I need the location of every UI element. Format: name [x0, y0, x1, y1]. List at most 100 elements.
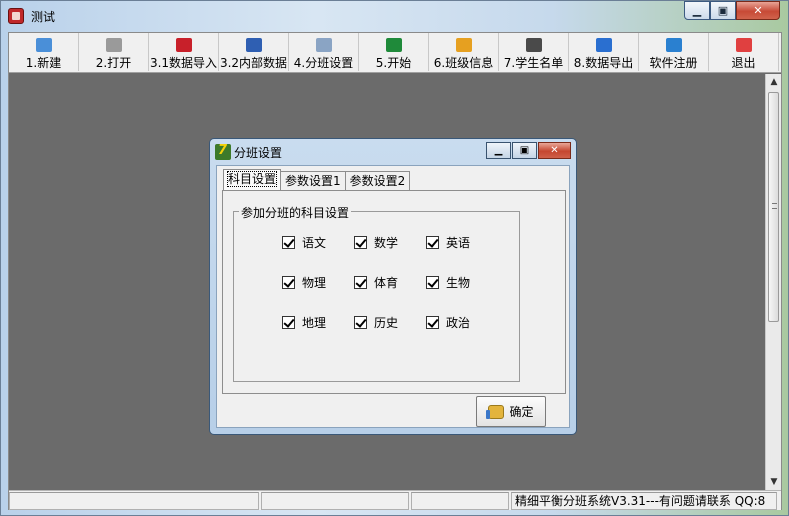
maximize-icon: ▣	[717, 4, 729, 17]
checkbox-icon	[354, 316, 367, 329]
subject-checkbox-4[interactable]: 物理	[282, 274, 326, 291]
ok-button[interactable]: 确定	[476, 396, 546, 427]
tab-label: 参数设置2	[349, 174, 406, 188]
checkbox-icon	[354, 236, 367, 249]
data-import-icon	[175, 38, 192, 52]
close-icon: ✕	[550, 145, 559, 156]
toolbar-button-6[interactable]: 5.开始	[359, 33, 429, 71]
toolbar-button-7[interactable]: 6.班级信息	[429, 33, 499, 71]
dialog-maximize-button[interactable]: ▣	[512, 142, 537, 159]
gear-icon	[315, 38, 332, 52]
register-icon	[665, 38, 682, 52]
window-title: 测试	[31, 10, 56, 24]
subject-checkbox-3[interactable]: 英语	[426, 234, 470, 251]
scroll-down-arrow-icon[interactable]: ▼	[766, 474, 782, 490]
close-icon: ✕	[753, 4, 763, 17]
new-document-icon	[35, 38, 52, 52]
open-icon	[105, 38, 122, 52]
toolbar-button-8[interactable]: 7.学生名单	[499, 33, 569, 71]
checkbox-icon	[426, 276, 439, 289]
toolbar-button-11[interactable]: 退出	[709, 33, 779, 71]
status-panel-2	[261, 492, 409, 510]
dialog-controls: ▁ ▣ ✕	[485, 142, 571, 159]
maximize-button[interactable]: ▣	[710, 1, 736, 20]
minimize-button[interactable]: ▁	[684, 1, 710, 20]
subject-label: 政治	[446, 316, 471, 330]
group-title: 参加分班的科目设置	[239, 204, 352, 221]
tab-label: 科目设置	[226, 171, 278, 187]
subjects-group: 参加分班的科目设置 语文 数学 英语物理 体育 生物地理 历史 政治	[233, 204, 520, 382]
tab-label: 参数设置1	[285, 174, 341, 188]
toolbar-button-label: 5.开始	[375, 56, 412, 70]
tab-1[interactable]: 科目设置	[223, 169, 282, 190]
status-panel-3	[411, 492, 509, 510]
checkbox-icon	[426, 316, 439, 329]
scroll-thumb[interactable]	[768, 92, 779, 322]
checkbox-icon	[426, 236, 439, 249]
toolbar-button-9[interactable]: 8.数据导出	[569, 33, 639, 71]
toolbar-button-4[interactable]: 3.2内部数据	[219, 33, 289, 71]
toolbar-button-label: 3.2内部数据	[219, 56, 288, 70]
subject-checkbox-5[interactable]: 体育	[354, 274, 398, 291]
toolbar-button-10[interactable]: 软件注册	[639, 33, 709, 71]
subject-label: 英语	[446, 236, 471, 250]
minimize-icon: ▁	[494, 145, 503, 156]
subject-checkbox-2[interactable]: 数学	[354, 234, 398, 251]
subject-checkbox-1[interactable]: 语文	[282, 234, 326, 251]
tab-page-subjects: 参加分班的科目设置 语文 数学 英语物理 体育 生物地理 历史 政治	[222, 190, 566, 394]
dialog-icon	[215, 143, 231, 160]
subject-label: 历史	[374, 316, 399, 330]
toolbar-button-label: 3.1数据导入	[149, 56, 218, 70]
subject-checkbox-9[interactable]: 政治	[426, 314, 470, 331]
toolbar-button-label: 6.班级信息	[433, 56, 494, 70]
internal-data-icon	[245, 38, 262, 52]
dialog-body: 科目设置 参数设置1 参数设置2 参加分班的科目设置 语文 数学 英语物理 体育 生物地理 历…	[216, 165, 570, 428]
status-panel-info: 精细平衡分班系统V3.31---有问题请联系 QQ:8	[511, 492, 777, 510]
minimize-icon: ▁	[692, 4, 702, 17]
grip-icon	[772, 203, 777, 209]
status-panel-1	[9, 492, 259, 510]
subject-label: 体育	[374, 276, 399, 290]
toolbar-button-3[interactable]: 3.1数据导入	[149, 33, 219, 71]
toolbar-button-1[interactable]: 1.新建	[9, 33, 79, 71]
toolbar-button-label: 2.打开	[95, 56, 132, 70]
status-bar: 精细平衡分班系统V3.31---有问题请联系 QQ:8	[9, 490, 781, 510]
toolbar-button-5[interactable]: 4.分班设置	[289, 33, 359, 71]
toolbar-button-label: 7.学生名单	[503, 56, 564, 70]
toolbar-button-label: 1.新建	[25, 56, 62, 70]
subject-label: 物理	[302, 276, 327, 290]
subject-checkbox-6[interactable]: 生物	[426, 274, 470, 291]
subject-checkbox-7[interactable]: 地理	[282, 314, 326, 331]
title-bar[interactable]: 测试 ▁ ▣ ✕	[1, 1, 788, 31]
tab-strip: 科目设置 参数设置1 参数设置2	[223, 169, 411, 190]
student-list-icon	[525, 38, 542, 52]
dialog-minimize-button[interactable]: ▁	[486, 142, 511, 159]
window-controls: ▁ ▣ ✕	[684, 1, 780, 20]
toolbar-button-2[interactable]: 2.打开	[79, 33, 149, 71]
checkbox-icon	[282, 236, 295, 249]
ok-button-label: 确定	[509, 405, 534, 419]
scroll-up-arrow-icon[interactable]: ▲	[766, 74, 782, 90]
subject-label: 地理	[302, 316, 327, 330]
toolbar-button-label: 软件注册	[649, 56, 698, 70]
subject-label: 语文	[302, 236, 327, 250]
dialog-close-button[interactable]: ✕	[538, 142, 571, 159]
checkbox-icon	[282, 316, 295, 329]
subject-checkbox-8[interactable]: 历史	[354, 314, 398, 331]
close-button[interactable]: ✕	[736, 1, 780, 20]
toolbar-button-label: 8.数据导出	[573, 56, 634, 70]
data-export-icon	[595, 38, 612, 52]
app-icon[interactable]	[8, 8, 24, 24]
class-settings-dialog: 分班设置 ▁ ▣ ✕ 科目设置参数设置1 参数设置2 参加分班的科目设置 语文 数学…	[209, 138, 577, 435]
tab-2[interactable]: 参数设置1	[280, 171, 346, 190]
toolbar-button-label: 退出	[731, 56, 756, 70]
vertical-scrollbar[interactable]: ▲ ▼	[765, 74, 781, 490]
subject-label: 生物	[446, 276, 471, 290]
start-icon	[385, 38, 402, 52]
dialog-title: 分班设置	[234, 146, 283, 160]
checkbox-icon	[354, 276, 367, 289]
tab-3[interactable]: 参数设置2	[344, 171, 411, 190]
thumbs-up-icon	[486, 404, 505, 419]
exit-icon	[735, 38, 752, 52]
toolbar: 1.新建 2.打开 3.1数据导入 3.2内部数据 4.分班设置 5.开始 6.班级信息 7.…	[9, 33, 781, 73]
